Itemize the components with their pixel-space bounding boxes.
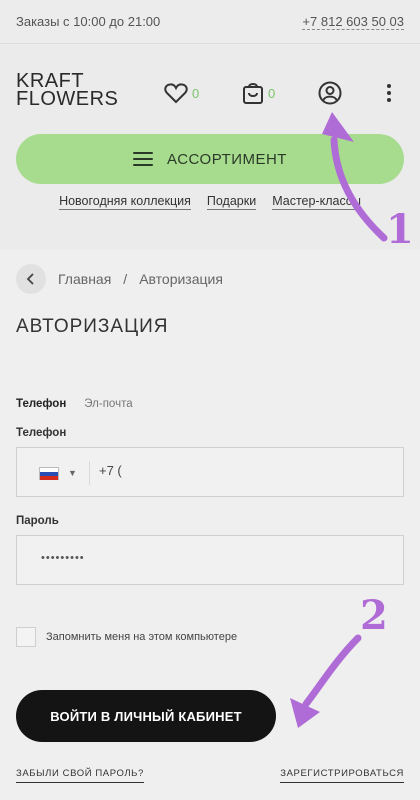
breadcrumb: Главная / Авторизация — [16, 264, 223, 294]
kebab-menu-icon — [387, 84, 391, 102]
hamburger-icon — [133, 152, 154, 166]
chevron-down-icon[interactable]: ▼ — [68, 468, 77, 478]
remember-me[interactable]: Запомнить меня на этом компьютере — [16, 627, 237, 647]
breadcrumb-current: Авторизация — [139, 271, 223, 287]
cart-button[interactable]: 0 — [242, 80, 275, 106]
annotation-arrowhead-2 — [290, 698, 320, 728]
annotation-arrow-2 — [302, 634, 362, 708]
site-logo[interactable]: KRAFT FLOWERS — [16, 71, 119, 110]
forgot-password-link[interactable]: ЗАБЫЛИ СВОЙ ПАРОЛЬ? — [16, 768, 144, 783]
remember-checkbox[interactable] — [16, 627, 36, 647]
heart-icon — [164, 83, 188, 104]
login-method-tabs: Телефон Эл-почта — [16, 398, 133, 410]
breadcrumb-home[interactable]: Главная — [58, 271, 111, 287]
assortment-button[interactable]: АССОРТИМЕНТ — [16, 134, 404, 184]
phone-field-label: Телефон — [16, 427, 67, 439]
working-hours: Заказы с 10:00 до 21:00 — [16, 14, 161, 29]
russia-flag-icon[interactable] — [39, 467, 59, 480]
phone-input-value[interactable]: +7 ( — [99, 463, 122, 478]
site-header: KRAFT FLOWERS 0 0 АССОРТИМЕНТ Новогодняя… — [0, 44, 420, 250]
login-button[interactable]: ВОЙТИ В ЛИЧНЫЙ КАБИНЕТ — [16, 690, 276, 742]
favorites-count: 0 — [192, 85, 200, 101]
field-divider — [89, 461, 90, 485]
phone-field[interactable]: ▼ +7 ( — [16, 447, 404, 497]
register-link[interactable]: ЗАРЕГИСТРИРОВАТЬСЯ — [280, 768, 404, 783]
annotation-marker-2: 2 — [360, 592, 388, 639]
logo-line-2: FLOWERS — [16, 88, 119, 110]
nav-link-workshops[interactable]: Мастер-классы — [272, 194, 361, 210]
nav-link-gifts[interactable]: Подарки — [206, 194, 257, 210]
cart-count: 0 — [268, 85, 276, 101]
phone-link[interactable]: +7 812 603 50 03 — [302, 14, 404, 30]
nav-link-new-year[interactable]: Новогодняя коллекция — [59, 194, 191, 210]
tab-email[interactable]: Эл-почта — [84, 398, 132, 410]
top-info-bar: Заказы с 10:00 до 21:00 +7 812 603 50 03 — [0, 0, 420, 44]
password-input-value[interactable]: ••••••••• — [41, 552, 85, 564]
favorites-button[interactable]: 0 — [164, 80, 199, 106]
chevron-left-icon — [26, 273, 34, 285]
account-button[interactable] — [318, 80, 342, 106]
password-field-label: Пароль — [16, 515, 59, 527]
back-button[interactable] — [16, 264, 46, 294]
password-field[interactable]: ••••••••• — [16, 535, 404, 585]
category-nav: Новогодняя коллекция Подарки Мастер-клас… — [0, 194, 420, 210]
more-menu-button[interactable] — [386, 80, 392, 106]
assortment-label: АССОРТИМЕНТ — [167, 150, 287, 168]
annotation-marker-1: 1 — [386, 206, 414, 253]
user-icon — [318, 81, 342, 105]
tab-phone[interactable]: Телефон — [16, 398, 66, 410]
shopping-bag-icon — [243, 83, 263, 104]
remember-label: Запомнить меня на этом компьютере — [46, 631, 238, 643]
page-title: АВТОРИЗАЦИЯ — [16, 316, 169, 337]
breadcrumb-separator: / — [123, 271, 128, 287]
